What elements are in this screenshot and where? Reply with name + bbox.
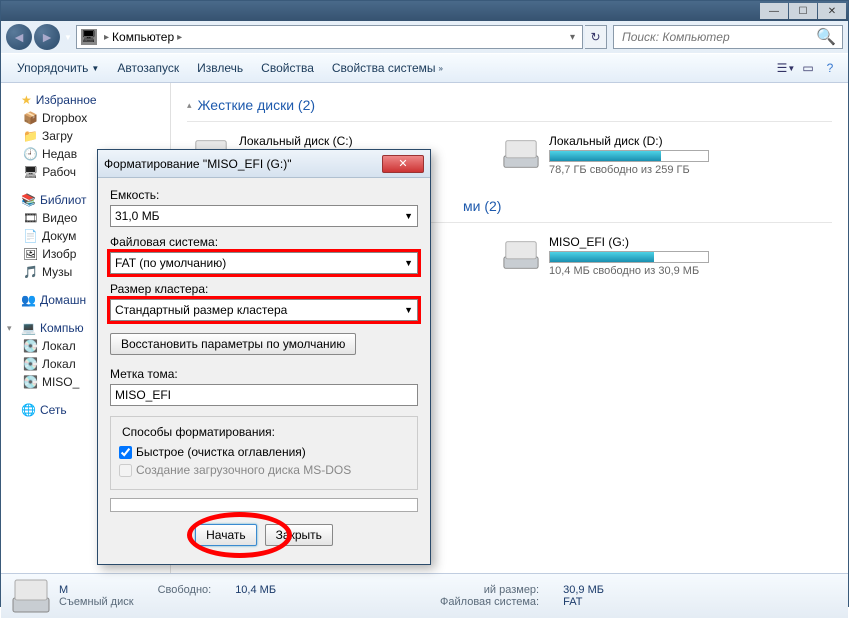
hdd-icon: [501, 134, 541, 174]
search-input[interactable]: [620, 29, 816, 45]
dialog-titlebar[interactable]: Форматирование "MISO_EFI (G:)" ✕: [98, 150, 430, 178]
homegroup-icon: 👥: [21, 293, 36, 307]
status-fs-value: FAT: [563, 596, 604, 608]
format-options-legend: Способы форматирования:: [119, 425, 278, 439]
removable-icon: [501, 235, 541, 275]
restore-defaults-button[interactable]: Восстановить параметры по умолчанию: [110, 333, 356, 355]
close-button[interactable]: ✕: [818, 3, 846, 19]
command-bar: Упорядочить▼ Автозапуск Извлечь Свойства…: [1, 53, 848, 83]
drive-icon: 💽: [23, 357, 38, 371]
refresh-button[interactable]: ↻: [585, 25, 607, 49]
drive-name: MISO_EFI (G:): [549, 235, 763, 249]
cluster-label: Размер кластера:: [110, 282, 418, 296]
status-size-label: ий размер:: [484, 584, 539, 596]
status-fs-label: Файловая система:: [440, 596, 539, 608]
image-icon: 🖼: [23, 247, 38, 261]
system-properties-button[interactable]: Свойства системы»: [324, 58, 451, 78]
cluster-select[interactable]: Стандартный размер кластера▼: [110, 299, 418, 321]
library-icon: 📚: [21, 193, 36, 207]
capacity-bar: [549, 150, 709, 162]
extract-button[interactable]: Извлечь: [189, 58, 251, 78]
volume-label-label: Метка тома:: [110, 367, 418, 381]
status-name: M: [59, 584, 134, 596]
breadcrumb-separator: ▸: [177, 32, 182, 43]
status-free-value: 10,4 МБ: [235, 584, 276, 596]
navigation-bar: ◄ ► ▼ 🖥 ▸ Компьютер ▸ ▾ ↻ 🔍: [1, 21, 848, 53]
filesystem-select[interactable]: FAT (по умолчанию)▼: [110, 252, 418, 274]
quick-format-check-input[interactable]: [119, 446, 132, 459]
close-dialog-button[interactable]: Закрыть: [265, 524, 333, 546]
desktop-icon: 🖥: [23, 165, 38, 179]
drive-free-text: 10,4 МБ свободно из 30,9 МБ: [549, 265, 763, 277]
forward-button[interactable]: ►: [34, 24, 60, 50]
computer-icon: 💻: [21, 321, 36, 335]
drive-d[interactable]: Локальный диск (D:) 78,7 ГБ свободно из …: [497, 130, 767, 180]
drive-name: Локальный диск (D:): [549, 134, 763, 148]
back-button[interactable]: ◄: [6, 24, 32, 50]
status-type: Съемный диск: [59, 596, 134, 608]
computer-icon: 🖥: [81, 29, 97, 45]
sidebar-item-dropbox[interactable]: 📦Dropbox: [1, 109, 170, 127]
start-button[interactable]: Начать: [195, 524, 257, 546]
format-dialog: Форматирование "MISO_EFI (G:)" ✕ Емкость…: [97, 149, 431, 565]
breadcrumb-item[interactable]: Компьютер: [112, 30, 174, 44]
address-bar[interactable]: 🖥 ▸ Компьютер ▸ ▾: [76, 25, 583, 49]
section-hard-disks[interactable]: ▴Жесткие диски (2): [187, 93, 832, 122]
capacity-bar: [549, 251, 709, 263]
recent-icon: 🕘: [23, 147, 38, 161]
sidebar-favorites[interactable]: ★Избранное: [1, 91, 170, 109]
msdos-check-input: [119, 464, 132, 477]
status-bar: M Съемный диск Свободно: 10,4 МБ ий разм…: [1, 573, 848, 618]
document-icon: 📄: [23, 229, 38, 243]
drive-icon: 💽: [23, 375, 38, 389]
autoplay-button[interactable]: Автозапуск: [109, 58, 187, 78]
search-box[interactable]: 🔍: [613, 25, 843, 49]
address-dropdown-icon[interactable]: ▾: [570, 32, 575, 43]
filesystem-label: Файловая система:: [110, 235, 418, 249]
format-options-group: Способы форматирования: Быстрое (очистка…: [110, 416, 418, 490]
drive-g[interactable]: MISO_EFI (G:) 10,4 МБ свободно из 30,9 М…: [497, 231, 767, 281]
star-icon: ★: [21, 93, 32, 107]
capacity-label: Емкость:: [110, 188, 418, 202]
capacity-select[interactable]: 31,0 МБ▼: [110, 205, 418, 227]
sidebar-item-downloads[interactable]: 📁Загру: [1, 127, 170, 145]
preview-pane-icon[interactable]: ▭: [798, 58, 818, 78]
window-titlebar: — ☐ ✕: [1, 1, 848, 21]
video-icon: 🎞: [23, 211, 38, 225]
minimize-button[interactable]: —: [760, 3, 788, 19]
status-free-label: Свободно:: [158, 584, 212, 596]
folder-icon: 📁: [23, 129, 38, 143]
music-icon: 🎵: [23, 265, 38, 279]
format-progress-bar: [110, 498, 418, 512]
search-icon: 🔍: [816, 27, 836, 47]
history-dropdown[interactable]: ▼: [62, 31, 74, 43]
help-icon[interactable]: ?: [820, 58, 840, 78]
quick-format-checkbox[interactable]: Быстрое (очистка оглавления): [119, 445, 409, 459]
volume-label-input[interactable]: [110, 384, 418, 406]
view-options-icon[interactable]: ☰ ▼: [776, 58, 796, 78]
maximize-button[interactable]: ☐: [789, 3, 817, 19]
drive-icon: 💽: [23, 339, 38, 353]
drive-name: Локальный диск (C:): [239, 134, 453, 148]
dialog-close-button[interactable]: ✕: [382, 155, 424, 173]
network-icon: 🌐: [21, 403, 36, 417]
properties-button[interactable]: Свойства: [253, 58, 322, 78]
organize-menu[interactable]: Упорядочить▼: [9, 58, 107, 78]
drive-free-text: 78,7 ГБ свободно из 259 ГБ: [549, 164, 763, 176]
dialog-title: Форматирование "MISO_EFI (G:)": [104, 157, 382, 171]
breadcrumb-separator: ▸: [104, 32, 109, 43]
status-size-value: 30,9 МБ: [563, 584, 604, 596]
msdos-boot-checkbox: Создание загрузочного диска MS-DOS: [119, 463, 409, 477]
dropbox-icon: 📦: [23, 111, 38, 125]
